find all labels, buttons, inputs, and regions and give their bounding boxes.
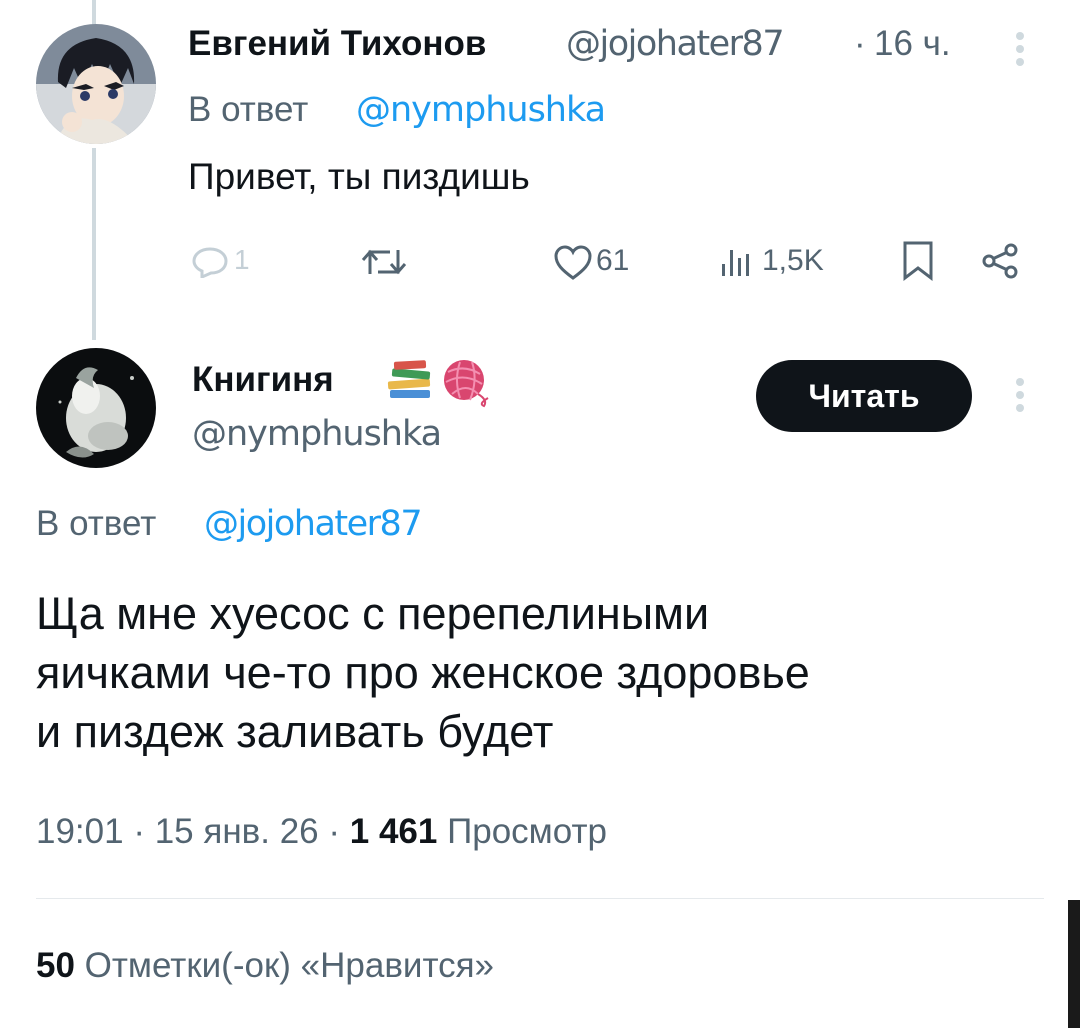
likes-label: Отметки(-ок) «Нравится» (84, 946, 495, 985)
main-author-name[interactable]: Книгиня (192, 360, 334, 400)
reply-to-handle[interactable]: @nymphushka (356, 90, 606, 130)
reply-time-separator: · (854, 24, 866, 63)
reply-view-count: 1,5K (762, 244, 824, 277)
reply-like-count: 61 (596, 244, 630, 277)
main-tweet-text-line: Ща мне хуесос с перепелиными (36, 588, 710, 639)
tweet-time[interactable]: 19:01 (36, 812, 124, 851)
tweet-views-count: 1 461 (349, 812, 438, 851)
main-author-avatar[interactable] (36, 348, 156, 468)
tweet-date[interactable]: 15 янв. 26 (155, 812, 319, 851)
books-icon (387, 360, 431, 398)
divider (36, 898, 1044, 899)
share-icon[interactable] (980, 242, 1022, 280)
reply-more-icon[interactable] (1016, 32, 1024, 71)
reply-time[interactable]: 16 ч. (874, 24, 951, 64)
tweet-views-label: Просмотр (447, 812, 607, 851)
bookmark-icon[interactable] (900, 240, 936, 282)
reply-count: 1 (234, 244, 250, 275)
reply-icon (192, 247, 228, 278)
thread-line (92, 148, 96, 340)
likes-count: 50 (36, 946, 75, 985)
like-icon (554, 245, 592, 280)
reply-author-handle[interactable]: @jojohater87 (566, 24, 785, 64)
likes-row[interactable]: 50 Отметки(-ок) «Нравится» (36, 946, 494, 986)
main-tweet-text: Ща мне хуесос с перепелиными яичками че-… (36, 584, 810, 761)
reply-tweet-text: Привет, ты пиздишь (188, 156, 530, 197)
scrollbar[interactable] (1068, 900, 1080, 1028)
main-reply-to-handle[interactable]: @jojohater87 (204, 504, 423, 544)
main-tweet-text-line: и пиздеж заливать будет (36, 706, 554, 757)
reply-to-prefix: В ответ (188, 90, 309, 129)
retweet-icon (361, 249, 407, 275)
meta-separator: · (328, 812, 341, 851)
meta-separator: · (133, 812, 145, 851)
yarn-icon (444, 360, 489, 408)
main-reply-to-prefix: В ответ (36, 504, 157, 543)
follow-button[interactable]: Читать (756, 360, 972, 432)
views-icon (722, 250, 749, 276)
reply-author-name[interactable]: Евгений Тихонов (188, 24, 486, 64)
reply-author-avatar[interactable] (36, 24, 156, 144)
main-tweet-text-line: яичками че-то про женское здоровье (36, 647, 810, 698)
main-author-handle[interactable]: @nymphushka (192, 414, 442, 454)
main-more-icon[interactable] (1016, 378, 1024, 417)
tweet-meta: 19:01 · 15 янв. 26 · 1 461 Просмотр (36, 812, 607, 852)
